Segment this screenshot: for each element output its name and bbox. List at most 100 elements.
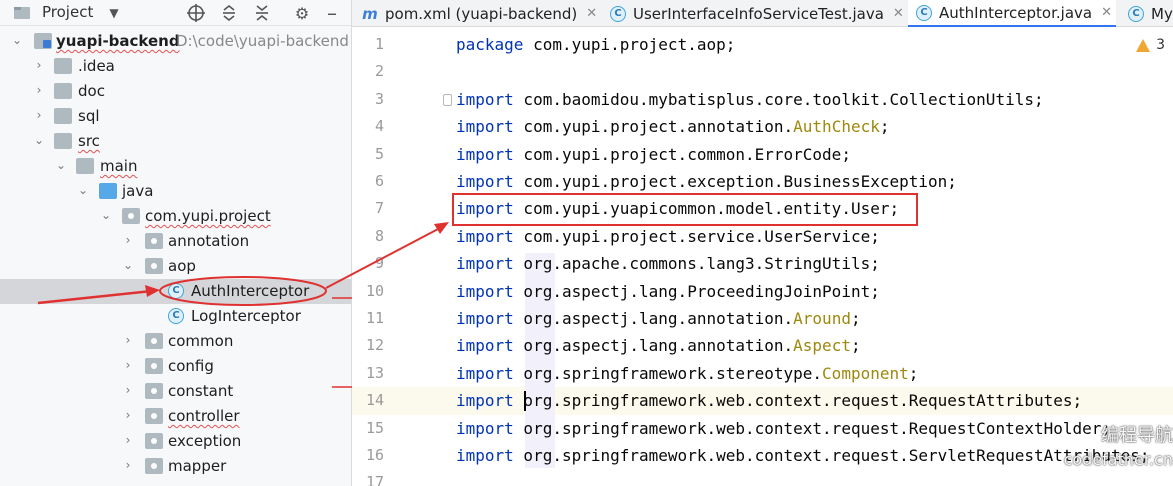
inspection-widget[interactable]: 3: [1136, 37, 1165, 53]
code-keyword: package: [456, 35, 524, 54]
chevron-right-icon[interactable]: ›: [121, 233, 135, 247]
chevron-down-icon[interactable]: ⌄: [32, 133, 46, 147]
tab-pom-xml[interactable]: m pom.xml (yuapi-backend) ✕: [362, 0, 597, 27]
chevron-down-icon[interactable]: ⌄: [99, 208, 113, 222]
chevron-right-icon[interactable]: ›: [32, 83, 46, 97]
chevron-down-icon[interactable]: ▼: [104, 3, 124, 23]
chevron-right-icon[interactable]: ›: [121, 433, 135, 447]
code-line[interactable]: import org.springframework.web.context.r…: [456, 387, 1082, 414]
tree-item-sql[interactable]: › sql: [0, 104, 351, 129]
tree-item-aop[interactable]: ⌄ aop: [0, 254, 351, 279]
chevron-right-icon[interactable]: ›: [121, 408, 135, 422]
code-line[interactable]: import org.aspectj.lang.ProceedingJoinPo…: [456, 278, 880, 305]
tree-item-src[interactable]: ⌄ src: [0, 129, 351, 154]
tree-item-label: java: [122, 182, 154, 200]
chevron-right-icon[interactable]: ›: [32, 58, 46, 72]
locate-target-icon[interactable]: [186, 3, 206, 23]
chevron-right-icon[interactable]: ›: [121, 383, 135, 397]
tree-item-label: config: [168, 357, 214, 375]
tree-item-mapper[interactable]: › mapper: [0, 454, 351, 479]
chevron-down-icon[interactable]: ⌄: [76, 183, 90, 197]
code-line[interactable]: import com.yupi.project.annotation.AuthC…: [456, 113, 890, 140]
tab-more[interactable]: C My: [1128, 0, 1173, 27]
code-text: org.springframework.web.context.request.…: [513, 391, 1083, 410]
watermark: 编程导航 codefather.cn: [1052, 424, 1173, 486]
code-line[interactable]: import org.aspectj.lang.annotation.Aroun…: [456, 305, 861, 332]
tree-item-idea[interactable]: › .idea: [0, 54, 351, 79]
code-line[interactable]: import com.baomidou.mybatisplus.core.too…: [456, 86, 1044, 113]
tree-item-com-yupi-project[interactable]: ⌄ com.yupi.project: [0, 204, 351, 229]
tree-item-java[interactable]: ⌄ java: [0, 179, 351, 204]
close-icon[interactable]: ✕: [586, 6, 597, 21]
code-keyword: import: [456, 117, 514, 136]
folder-icon: [54, 133, 72, 149]
chevron-down-icon[interactable]: ⌄: [121, 258, 135, 272]
tree-item-constant[interactable]: › constant: [0, 379, 351, 404]
code-keyword: import: [456, 282, 514, 301]
tree-item-label: doc: [78, 82, 105, 100]
fold-marker-icon[interactable]: [443, 94, 452, 106]
class-icon: C: [610, 5, 626, 22]
chevron-right-icon[interactable]: ›: [32, 108, 46, 122]
minimize-icon[interactable]: –: [322, 1, 342, 25]
tree-item-common[interactable]: › common: [0, 329, 351, 354]
package-icon: [145, 383, 163, 399]
code-annotation-type: AuthCheck: [793, 117, 880, 136]
code-line[interactable]: import com.yupi.project.exception.Busine…: [456, 168, 957, 195]
gear-icon[interactable]: ⚙: [292, 3, 312, 23]
tree-item-label: mapper: [168, 457, 227, 475]
line-number: 9: [374, 254, 384, 272]
line-number: 8: [374, 227, 384, 245]
tree-item-annotation[interactable]: › annotation: [0, 229, 351, 254]
tab-authinterceptor[interactable]: C AuthInterceptor.java ✕: [908, 0, 1116, 27]
code-text: org.aspectj.lang.annotation.: [513, 309, 794, 328]
folder-icon: [54, 108, 72, 124]
tab-label: pom.xml (yuapi-backend): [385, 4, 578, 23]
project-view-icon: [12, 3, 32, 23]
code-line[interactable]: import com.yupi.project.service.UserServ…: [456, 223, 880, 250]
project-view-title[interactable]: Project: [42, 3, 93, 21]
line-number: 1: [374, 35, 384, 53]
package-icon: [145, 408, 163, 424]
tree-item-controller[interactable]: › controller: [0, 404, 351, 429]
collapse-all-icon[interactable]: [252, 3, 272, 23]
code-line[interactable]: import org.springframework.stereotype.Co…: [456, 360, 918, 387]
close-icon[interactable]: ✕: [1101, 5, 1112, 20]
line-number: 12: [365, 336, 384, 354]
code-annotation-type: Aspect: [793, 336, 851, 355]
code-line[interactable]: package com.yupi.project.aop;: [456, 31, 735, 58]
warning-icon: [1136, 38, 1151, 52]
code-text: ;: [879, 117, 890, 136]
close-icon[interactable]: ✕: [893, 6, 904, 21]
tree-item-label: com.yupi.project: [145, 207, 271, 225]
code-keyword: import: [456, 199, 514, 218]
tree-item-exception[interactable]: › exception: [0, 429, 351, 454]
code-line[interactable]: import org.springframework.web.context.r…: [456, 415, 1111, 442]
project-panel: Project ▼ ⚙ – ⌄ yuapi-backend D:\code\yu…: [0, 0, 352, 486]
code-line[interactable]: import com.yupi.yuapicommon.model.entity…: [456, 195, 899, 222]
tree-item-doc[interactable]: › doc: [0, 79, 351, 104]
tree-item-config[interactable]: › config: [0, 354, 351, 379]
code-keyword: import: [456, 172, 514, 191]
code-line[interactable]: import org.springframework.web.context.r…: [456, 442, 1150, 469]
code-line[interactable]: import org.apache.commons.lang3.StringUt…: [456, 250, 880, 277]
chevron-right-icon[interactable]: ›: [121, 358, 135, 372]
code-keyword: import: [456, 446, 514, 465]
chevron-down-icon[interactable]: ⌄: [10, 33, 24, 47]
chevron-down-icon[interactable]: ⌄: [54, 158, 68, 172]
tab-userinterfaceinfoservicetest[interactable]: C UserInterfaceInfoServiceTest.java ✕: [610, 0, 904, 27]
tree-item-label: exception: [168, 432, 242, 450]
chevron-right-icon[interactable]: ›: [121, 458, 135, 472]
package-icon: [145, 433, 163, 449]
line-number: 14: [365, 391, 384, 409]
tree-item-main[interactable]: ⌄ main: [0, 154, 351, 179]
tree-item-yuapi-backend[interactable]: ⌄ yuapi-backend D:\code\yuapi-backend: [0, 29, 351, 54]
code-line[interactable]: import org.aspectj.lang.annotation.Aspec…: [456, 332, 861, 359]
tree-item-loginterceptor[interactable]: C LogInterceptor: [0, 304, 351, 329]
expand-all-icon[interactable]: [219, 3, 239, 23]
code-line[interactable]: import com.yupi.project.common.ErrorCode…: [456, 141, 851, 168]
tree-item-authinterceptor[interactable]: C AuthInterceptor: [0, 279, 351, 304]
line-number: 7: [374, 199, 384, 217]
code-annotation-type: Around: [793, 309, 851, 328]
chevron-right-icon[interactable]: ›: [121, 333, 135, 347]
